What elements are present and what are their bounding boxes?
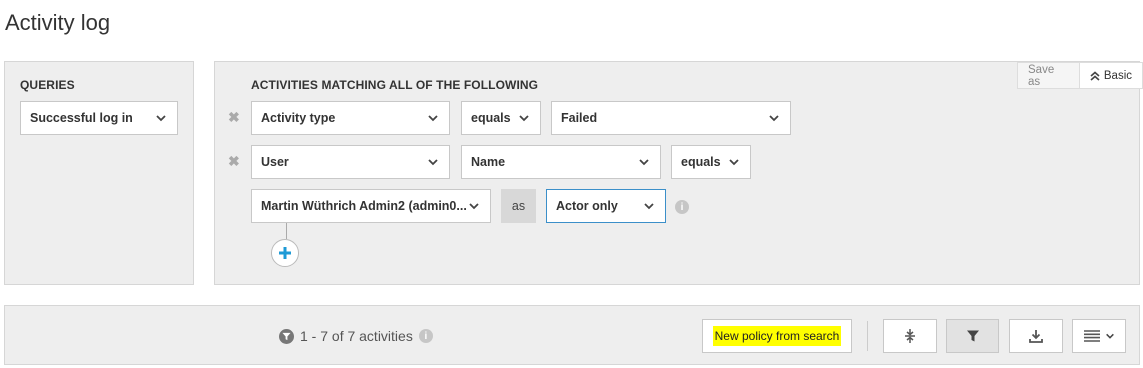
chevron-down-icon <box>729 159 739 166</box>
chevron-down-icon <box>519 115 529 122</box>
filters-heading: ACTIVITIES MATCHING ALL OF THE FOLLOWING <box>251 78 539 92</box>
mode-toggle: Save as Basic <box>1017 62 1143 89</box>
add-filter-button[interactable] <box>271 239 299 267</box>
chevron-down-icon <box>639 159 649 166</box>
info-icon[interactable]: i <box>675 200 689 214</box>
filter-2-role-select[interactable]: Actor only <box>546 189 666 223</box>
new-policy-label: New policy from search <box>712 326 842 346</box>
chevron-down-icon <box>156 115 166 122</box>
chevron-down-icon <box>428 159 438 166</box>
filter-1-operator: equals <box>471 111 511 125</box>
queries-heading: QUERIES <box>20 78 75 92</box>
expand-collapse-button[interactable] <box>883 319 937 353</box>
download-icon <box>1029 330 1043 343</box>
chevron-down-icon <box>428 115 438 122</box>
filter-2-subfield: Name <box>471 155 506 169</box>
filter-2-operator-select[interactable]: equals <box>671 145 751 179</box>
filter-2-subfield-select[interactable]: Name <box>461 145 661 179</box>
queries-select[interactable]: Successful log in <box>20 101 178 135</box>
funnel-icon <box>966 330 979 342</box>
queries-panel <box>4 61 194 285</box>
filter-icon <box>279 328 294 344</box>
filter-1-value: Failed <box>561 111 598 125</box>
filter-1-field: Activity type <box>261 111 336 125</box>
chevron-down-icon <box>1105 333 1114 339</box>
filter-2-operator: equals <box>681 155 721 169</box>
connector-line <box>286 223 287 239</box>
basic-mode-button[interactable]: Basic <box>1079 62 1143 89</box>
basic-mode-label: Basic <box>1103 69 1132 82</box>
queries-select-value: Successful log in <box>30 111 133 125</box>
filter-1-operator-select[interactable]: equals <box>461 101 541 135</box>
list-icon <box>1083 330 1100 342</box>
as-label: as <box>501 189 536 223</box>
filter-toggle-button[interactable] <box>946 319 999 353</box>
chevron-down-icon <box>469 203 479 210</box>
save-as-button[interactable]: Save as <box>1017 62 1080 89</box>
results-count-text: 1 - 7 of 7 activities <box>300 328 413 344</box>
expand-collapse-icon <box>905 329 915 343</box>
filter-2-user: Martin Wüthrich Admin2 (admin0... <box>261 199 467 213</box>
filter-2-user-select[interactable]: Martin Wüthrich Admin2 (admin0... <box>251 189 491 223</box>
filter-2-field: User <box>261 155 289 169</box>
columns-menu-button[interactable] <box>1072 319 1126 353</box>
chevron-down-icon <box>644 203 654 210</box>
double-chevron-up-icon <box>1090 70 1100 81</box>
export-button[interactable] <box>1009 319 1063 353</box>
plus-icon <box>279 247 291 259</box>
toolbar-separator <box>867 321 868 351</box>
results-count: 1 - 7 of 7 activities i <box>279 328 433 344</box>
filter-1-value-select[interactable]: Failed <box>551 101 791 135</box>
remove-filter-icon[interactable]: ✖ <box>228 109 240 126</box>
chevron-down-icon <box>769 115 779 122</box>
remove-filter-icon[interactable]: ✖ <box>228 153 240 170</box>
filter-2-role: Actor only <box>556 199 618 213</box>
filter-1-field-select[interactable]: Activity type <box>251 101 450 135</box>
page-title: Activity log <box>5 10 111 35</box>
new-policy-button[interactable]: New policy from search <box>702 319 852 353</box>
filter-2-field-select[interactable]: User <box>251 145 450 179</box>
info-icon[interactable]: i <box>418 329 433 343</box>
